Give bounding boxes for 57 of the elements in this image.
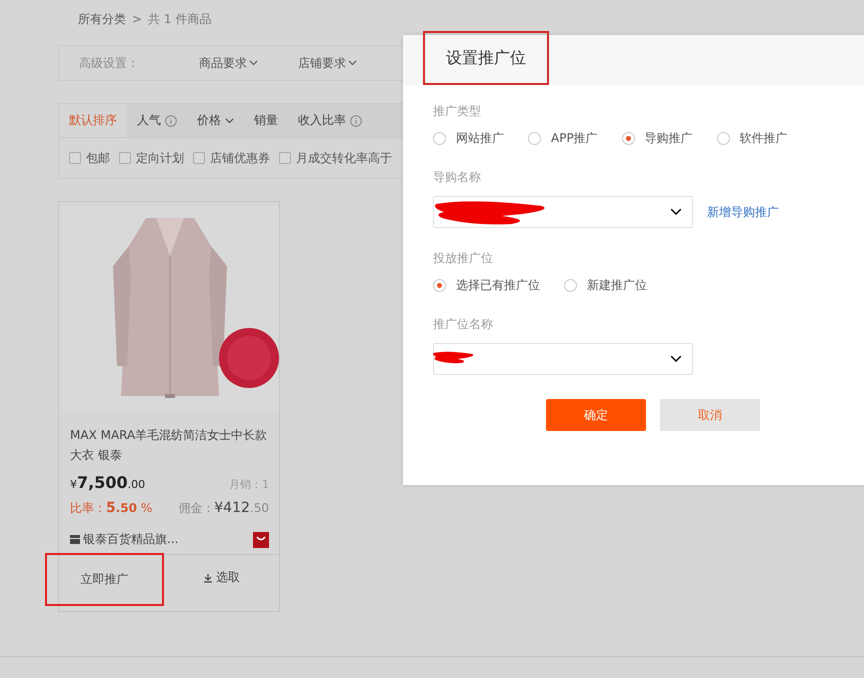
radio-label: 新建推广位 [587,277,647,294]
checkbox-label: 店铺优惠券 [210,150,270,166]
promote-button[interactable]: 立即推广 [45,553,164,606]
field-label: 导购名称 [433,169,482,186]
radio-button[interactable] [433,279,446,292]
filter-dropdown[interactable]: 店铺要求 [298,54,357,72]
field-label: 推广位名称 [433,316,494,333]
radio-button[interactable] [528,132,541,145]
sort-tab[interactable]: 收入比率 [288,104,372,137]
result-count: 共 1 件商品 [148,10,212,28]
checkbox[interactable] [69,152,81,164]
radio-label: 软件推广 [740,130,788,147]
checkbox[interactable] [119,152,131,164]
breadcrumb-separator: > [132,12,142,26]
select-field[interactable] [433,343,693,375]
radio-button[interactable] [622,132,635,145]
info-icon [165,114,177,126]
checkbox[interactable] [193,152,205,164]
confirm-button[interactable]: 确定 [546,399,646,431]
shop-name[interactable]: 银泰百货精品旗... [83,531,178,548]
shop-icon [70,535,80,544]
radio-button[interactable] [716,132,730,145]
info-icon [350,114,362,126]
store-logo-icon [253,532,269,548]
breadcrumb-link[interactable]: 所有分类 [78,10,126,28]
dialog-title: 设置推广位 [423,31,549,85]
add-link[interactable]: 新增导购推广 [707,204,779,220]
radio-label: 导购推广 [644,130,693,147]
monthly-sales: 月销：1 [229,477,269,492]
product-title[interactable]: MAX MARA羊毛混纺简洁女士中长款大衣 银泰 [70,425,269,465]
radio-label: 网站推广 [456,130,504,147]
chevron-down-icon [670,355,682,363]
filter-label: 高级设置： [79,54,140,72]
filter-dropdown[interactable]: 商品要求 [199,54,258,72]
checkbox-label: 月成交转化率高于 [296,150,392,166]
field-label: 投放推广位 [433,250,494,267]
radio-label: 选择已有推广位 [456,277,540,294]
radio-label: APP推广 [551,130,598,147]
field-label: 推广类型 [433,103,482,120]
sort-tab[interactable]: 人气 [127,104,187,137]
download-icon [203,572,213,582]
chevron-down-icon [348,60,357,66]
radio-button[interactable] [564,279,577,292]
checkbox-label: 定向计划 [136,150,184,166]
chevron-down-icon [670,208,682,216]
select-field[interactable] [433,196,693,228]
commission-rate: 比率：5.50 % [70,500,152,517]
chevron-down-icon [249,60,258,66]
commission-amount: 佣金：¥412.50 [178,500,269,517]
sort-tab[interactable]: 销量 [244,104,288,137]
checkbox-label: 包邮 [86,150,110,166]
product-price: ¥7,500.00 [70,473,146,492]
radio-button[interactable] [433,132,446,145]
select-button[interactable]: 选取 [164,555,279,600]
checkbox[interactable] [279,152,291,164]
chevron-down-icon [225,118,234,124]
sort-tab[interactable]: 价格 [187,104,244,137]
